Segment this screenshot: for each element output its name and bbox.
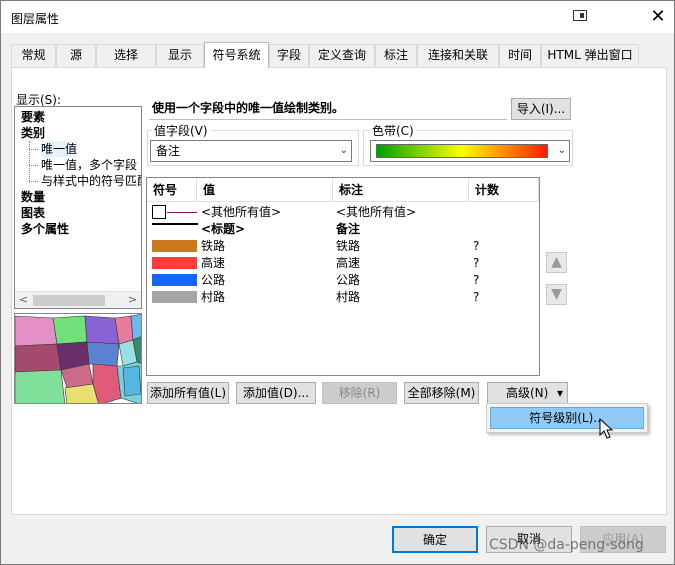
import-button[interactable]: 导入(I)... <box>511 98 571 120</box>
window-icon[interactable] <box>573 10 587 21</box>
tab-html-popup[interactable]: HTML 弹出窗口 <box>541 44 639 66</box>
symbol-swatch-road[interactable] <box>152 274 197 286</box>
row-value[interactable]: 村路 <box>201 289 225 306</box>
tab-general[interactable]: 常规 <box>11 44 56 66</box>
tree-item-categories[interactable]: 类别 <box>21 125 45 141</box>
symbol-swatch-railway[interactable] <box>152 240 197 252</box>
chevron-down-icon: ⌄ <box>557 145 566 156</box>
renderer-description: 使用一个字段中的唯一值绘制类别。 <box>149 98 507 120</box>
tree-connector <box>29 141 30 183</box>
tree-connector-tick <box>29 149 38 150</box>
advanced-menu: 符号级别(L)... <box>486 403 648 433</box>
row-count: ? <box>473 290 480 304</box>
chevron-down-icon: ▾ <box>556 386 563 400</box>
column-header-count[interactable]: 计数 <box>469 178 539 202</box>
row-label[interactable]: 公路 <box>336 272 360 289</box>
color-ramp-select[interactable]: ⌄ <box>370 140 570 162</box>
symbol-swatch-highway[interactable] <box>152 257 197 269</box>
tree-item-match-to-style[interactable]: 与样式中的符号匹配 <box>41 173 141 189</box>
other-values-symbol-line <box>167 212 197 213</box>
tab-fields[interactable]: 字段 <box>269 44 309 66</box>
tab-time[interactable]: 时间 <box>499 44 541 66</box>
scroll-left-icon[interactable]: < <box>15 292 32 309</box>
renderer-tree[interactable]: 要素 类别 唯一值 唯一值，多个字段 与样式中的符号匹配 数量 图表 多个属性 <box>14 106 142 309</box>
value-field-label: 值字段(V) <box>152 122 210 139</box>
column-header-symbol[interactable]: 符号 <box>147 178 197 202</box>
value-field-group: 值字段(V) 备注 ⌄ <box>147 122 359 166</box>
heading-label[interactable]: 备注 <box>336 221 360 238</box>
tab-display[interactable]: 显示 <box>156 44 204 66</box>
close-icon[interactable]: ✕ <box>646 5 670 29</box>
color-ramp-label: 色带(C) <box>370 122 416 139</box>
tree-item-features[interactable]: 要素 <box>21 109 45 125</box>
other-values-value[interactable]: <其他所有值> <box>201 204 281 221</box>
us-map-preview-image <box>15 314 141 403</box>
row-count: ? <box>473 273 480 287</box>
tree-horizontal-scrollbar[interactable]: < > <box>15 291 141 308</box>
tree-item-quantities[interactable]: 数量 <box>21 189 45 205</box>
remove-all-button[interactable]: 全部移除(M) <box>404 382 479 404</box>
dialog-title: 图层属性 <box>11 12 60 26</box>
tab-labels[interactable]: 标注 <box>375 44 417 66</box>
tab-symbology[interactable]: 符号系统 <box>204 42 269 68</box>
color-ramp-swatch <box>376 144 548 158</box>
scroll-thumb[interactable] <box>33 295 105 306</box>
tree-item-unique-values-many-fields[interactable]: 唯一值，多个字段 <box>41 157 137 173</box>
tab-joins-relates[interactable]: 连接和关联 <box>417 44 499 66</box>
tree-connector-tick <box>29 165 38 166</box>
other-values-symbol[interactable] <box>152 205 166 219</box>
row-count: ? <box>473 256 480 270</box>
row-label[interactable]: 高速 <box>336 255 360 272</box>
color-ramp-group: 色带(C) ⌄ <box>363 122 573 166</box>
mouse-cursor-icon <box>599 418 614 439</box>
tree-item-charts[interactable]: 图表 <box>21 205 45 221</box>
scroll-right-icon[interactable]: > <box>124 292 141 309</box>
title-bar: 图层属性 ✕ <box>1 1 674 33</box>
tree-connector-tick <box>29 181 38 182</box>
ok-button[interactable]: 确定 <box>392 526 478 553</box>
tab-definition-query[interactable]: 定义查询 <box>309 44 375 66</box>
chevron-down-icon: ⌄ <box>339 145 348 156</box>
tab-source[interactable]: 源 <box>56 44 96 66</box>
renderer-preview-map <box>14 313 142 404</box>
column-header-label[interactable]: 标注 <box>333 178 469 202</box>
value-field-select[interactable]: 备注 ⌄ <box>150 140 352 162</box>
add-values-button[interactable]: 添加值(D)... <box>236 382 316 404</box>
layer-properties-dialog: 图层属性 ✕ 常规 源 选择 显示 符号系统 字段 定义查询 标注 连接和关联 … <box>0 0 675 565</box>
tree-item-multiple-attributes[interactable]: 多个属性 <box>21 221 69 237</box>
add-all-values-button[interactable]: 添加所有值(L) <box>147 382 229 404</box>
unique-values-table[interactable]: 符号 值 标注 计数 <其他所有值> <其他所有值> <标题> 备注 铁路 铁路… <box>146 177 540 376</box>
move-down-icon[interactable]: ▼ <box>546 284 567 305</box>
row-label[interactable]: 铁路 <box>336 238 360 255</box>
symbol-levels-menu-item[interactable]: 符号级别(L)... <box>490 407 644 429</box>
move-up-icon[interactable]: ▲ <box>546 252 567 273</box>
row-value[interactable]: 公路 <box>201 272 225 289</box>
row-count: ? <box>473 239 480 253</box>
heading-value[interactable]: <标题> <box>201 221 245 238</box>
row-value[interactable]: 铁路 <box>201 238 225 255</box>
heading-symbol <box>152 223 198 225</box>
tab-selection[interactable]: 选择 <box>96 44 156 66</box>
advanced-button[interactable]: 高级(N) ▾ <box>487 382 568 404</box>
remove-button[interactable]: 移除(R) <box>322 382 397 404</box>
advanced-button-label: 高级(N) <box>506 386 549 400</box>
symbol-swatch-village-road[interactable] <box>152 291 197 303</box>
column-header-value[interactable]: 值 <box>197 178 333 202</box>
tree-item-unique-values[interactable]: 唯一值 <box>41 141 78 157</box>
other-values-label[interactable]: <其他所有值> <box>336 204 416 221</box>
row-label[interactable]: 村路 <box>336 289 360 306</box>
row-value[interactable]: 高速 <box>201 255 225 272</box>
value-field-selected: 备注 <box>156 144 181 158</box>
watermark-text: CSDN @da-peng-song <box>489 537 644 553</box>
